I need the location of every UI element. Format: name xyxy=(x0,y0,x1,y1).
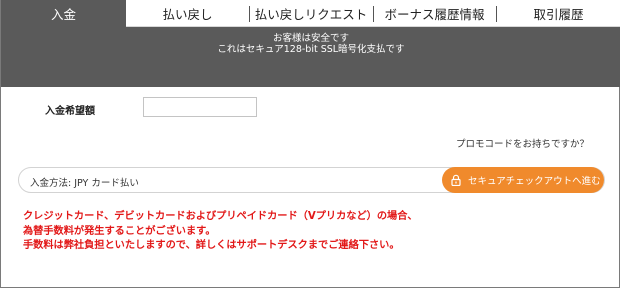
fee-warning-line3: 手数料は弊社負担といたしますので、詳しくはサポートデスクまでご連絡下さい。 xyxy=(23,240,400,251)
security-banner-line2: これはセキュア128-bit SSL暗号化支払です xyxy=(217,44,405,55)
promo-code-link[interactable]: プロモコードをお持ちですか？ xyxy=(456,136,589,150)
tab-deposit[interactable]: 入金 xyxy=(1,0,126,27)
deposit-panel: 入金 払い戻し 払い戻しリクエスト ボーナス履歴情報 取引履歴 お客様は安全です… xyxy=(0,0,620,288)
fee-warning: クレジットカード、デビットカードおよびプリペイドカード（Vプリカなど）の場合、 … xyxy=(23,210,583,254)
tab-withdrawal[interactable]: 払い戻し xyxy=(126,0,249,27)
secure-checkout-label: セキュアチェックアウトへ進む xyxy=(468,176,601,187)
tab-transaction-history[interactable]: 取引履歴 xyxy=(496,0,620,27)
security-banner: お客様は安全です これはセキュア128-bit SSL暗号化支払です xyxy=(1,27,620,87)
fee-warning-line1: クレジットカード、デビットカードおよびプリペイドカード（Vプリカなど）の場合、 xyxy=(23,211,418,222)
payment-method-bar: 入金方法: JPY カード払い セキュアチェックアウトへ進む xyxy=(18,167,605,193)
tab-bonus-history[interactable]: ボーナス履歴情報 xyxy=(373,0,496,27)
secure-checkout-button[interactable]: セキュアチェックアウトへ進む xyxy=(442,167,604,193)
payment-method-label: 入金方法: JPY カード払い xyxy=(30,178,139,189)
security-banner-line1: お客様は安全です xyxy=(272,33,349,44)
amount-label: 入金希望額 xyxy=(45,106,95,117)
amount-input[interactable] xyxy=(143,97,257,117)
lock-icon xyxy=(450,174,462,186)
fee-warning-line2: 為替手数料が発生することがございます。 xyxy=(23,225,216,237)
tab-bar: 入金 払い戻し 払い戻しリクエスト ボーナス履歴情報 取引履歴 xyxy=(1,0,620,27)
tab-withdrawal-request[interactable]: 払い戻しリクエスト xyxy=(249,0,373,27)
